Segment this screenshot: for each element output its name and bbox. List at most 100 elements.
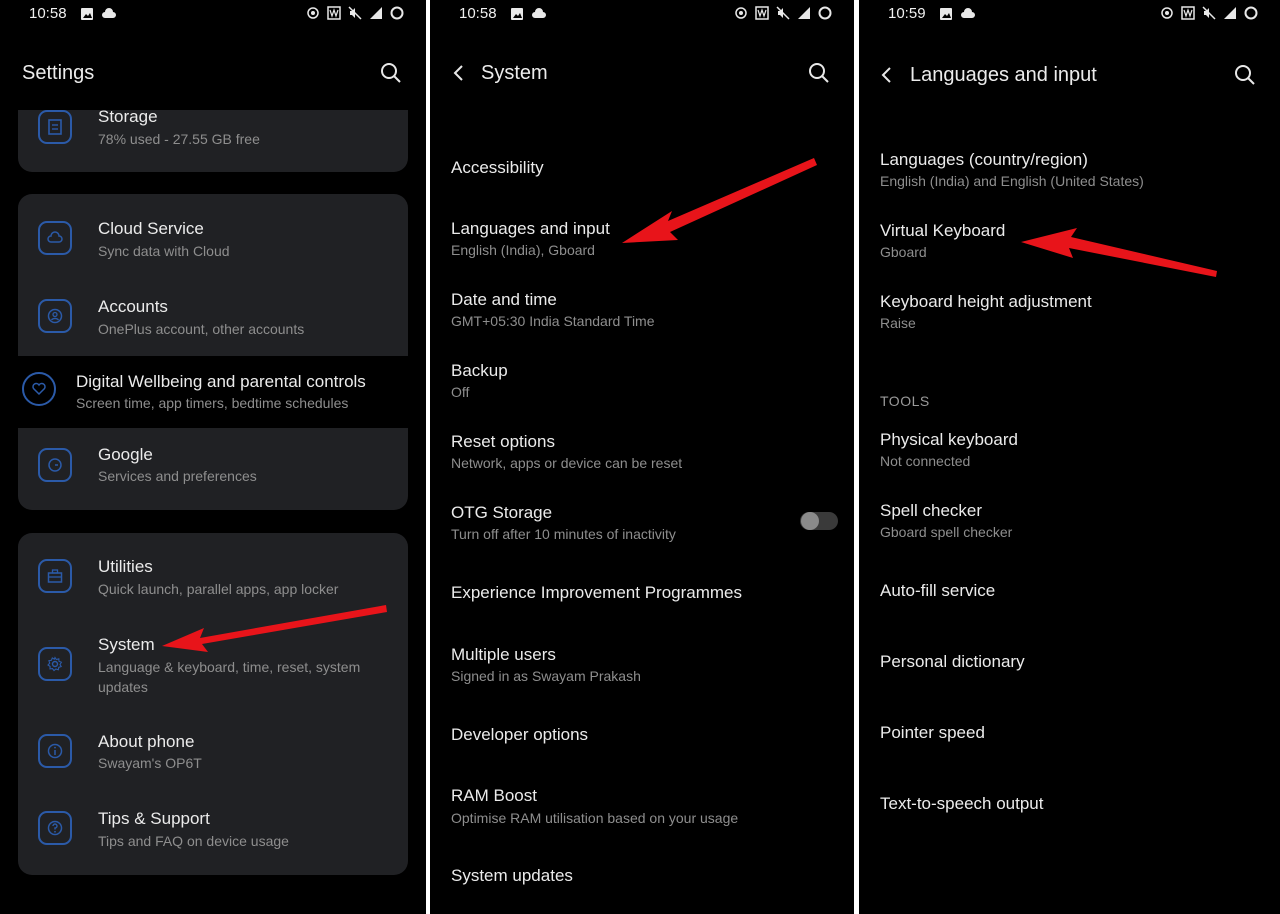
item-title: Date and time (451, 290, 557, 309)
back-arrow-icon[interactable] (450, 64, 468, 82)
hotspot-icon (307, 7, 319, 19)
account-icon (38, 299, 72, 333)
status-bar: 10:59 (859, 0, 1280, 28)
toolbox-icon (38, 559, 72, 593)
item-title: Pointer speed (880, 723, 985, 742)
battery-icon (1244, 6, 1258, 20)
otg-storage-toggle[interactable] (800, 512, 838, 530)
signal-icon (1224, 7, 1236, 19)
item-subtitle: Turn off after 10 minutes of inactivity (451, 526, 676, 542)
item-title: Developer options (451, 725, 589, 744)
item-subtitle: Raise (880, 315, 916, 331)
system-header: System (430, 28, 854, 110)
search-icon[interactable] (380, 62, 402, 84)
item-subtitle: Sync data with Cloud (98, 243, 230, 259)
image-notification-icon (940, 8, 952, 20)
page-title: Settings (22, 62, 95, 84)
item-subtitle: Quick launch, parallel apps, app locker (98, 581, 339, 597)
vowifi-icon (327, 6, 341, 20)
item-subtitle: Language & keyboard, time, reset, system (98, 659, 361, 675)
settings-screen: 10:58 Settings Storage 78% used - 27.55 … (0, 0, 426, 914)
mute-icon (348, 6, 362, 20)
signal-icon (370, 7, 382, 19)
cloud-notification-icon (961, 8, 975, 18)
item-title: About phone (98, 732, 195, 751)
settings-item-storage[interactable]: Storage 78% used - 27.55 GB free (18, 107, 408, 172)
status-time: 10:59 (888, 5, 926, 22)
search-icon[interactable] (808, 62, 830, 84)
section-header-tools: TOOLS (880, 393, 930, 409)
item-subtitle: OnePlus account, other accounts (98, 321, 305, 337)
item-title: Experience Improvement Programmes (451, 583, 743, 602)
item-subtitle: Gboard spell checker (880, 524, 1013, 540)
settings-group-system: Utilities Quick launch, parallel apps, a… (18, 533, 408, 875)
hotspot-icon (1161, 7, 1173, 19)
storage-icon (38, 110, 72, 144)
gear-icon (38, 647, 72, 681)
item-title: Tips & Support (98, 809, 210, 828)
system-screen: 10:58 System Accessibility Languages and… (430, 0, 854, 914)
hotspot-icon (735, 7, 747, 19)
item-title: Languages (country/region) (880, 150, 1088, 169)
settings-group-cloud-accounts: Cloud Service Sync data with Cloud Accou… (18, 194, 408, 356)
mute-icon (1202, 6, 1216, 20)
item-title: Accessibility (451, 158, 544, 177)
item-subtitle: English (India), Gboard (451, 242, 595, 258)
heart-icon (22, 372, 56, 406)
item-title: RAM Boost (451, 786, 537, 805)
image-notification-icon (511, 8, 523, 20)
item-subtitle: Services and preferences (98, 468, 257, 484)
item-subtitle: Not connected (880, 453, 971, 469)
item-subtitle: Swayam's OP6T (98, 755, 202, 771)
page-title: Languages and input (910, 64, 1097, 86)
languages-input-screen: 10:59 Languages and input Languages (cou… (859, 0, 1280, 914)
item-subtitle: Signed in as Swayam Prakash (451, 668, 641, 684)
item-subtitle: Network, apps or device can be reset (451, 455, 683, 471)
vowifi-icon (755, 6, 769, 20)
settings-item-google[interactable]: Google Services and preferences (18, 428, 408, 510)
signal-icon (798, 7, 810, 19)
item-title: Languages and input (451, 219, 610, 238)
item-title: Text-to-speech output (880, 794, 1044, 813)
toggle-knob (801, 512, 819, 530)
item-title: Storage (98, 107, 158, 126)
cloud-notification-icon (102, 8, 116, 18)
battery-icon (818, 6, 832, 20)
cloud-icon (38, 221, 72, 255)
item-title: Digital Wellbeing and parental controls (76, 372, 366, 391)
item-subtitle: Screen time, app timers, bedtime schedul… (76, 395, 349, 411)
item-subtitle: GMT+05:30 India Standard Time (451, 313, 655, 329)
item-title: Utilities (98, 557, 153, 576)
mute-icon (776, 6, 790, 20)
item-title: Google (98, 445, 153, 464)
help-icon (38, 811, 72, 845)
annotation-arrow (622, 158, 817, 243)
image-notification-icon (81, 8, 93, 20)
vowifi-icon (1181, 6, 1195, 20)
item-subtitle: English (India) and English (United Stat… (880, 173, 1144, 189)
item-subtitle: 78% used - 27.55 GB free (98, 131, 260, 147)
status-bar: 10:58 (430, 0, 854, 28)
back-arrow-icon[interactable] (878, 66, 896, 84)
item-title: System (98, 635, 155, 654)
item-title: Cloud Service (98, 219, 204, 238)
item-subtitle-continued: updates (98, 679, 148, 695)
item-title: Backup (451, 361, 508, 380)
cloud-notification-icon (532, 8, 546, 18)
item-title: Personal dictionary (880, 652, 1025, 671)
info-icon (38, 734, 72, 768)
item-title: Physical keyboard (880, 430, 1018, 449)
item-subtitle: Tips and FAQ on device usage (98, 833, 289, 849)
status-time: 10:58 (459, 5, 497, 22)
item-title: System updates (451, 866, 573, 885)
page-title: System (481, 62, 548, 84)
settings-item-digital-wellbeing[interactable]: Digital Wellbeing and parental controls … (18, 356, 408, 428)
item-title: Spell checker (880, 501, 983, 520)
item-title: Auto-fill service (880, 581, 996, 600)
languages-header: Languages and input (859, 28, 1280, 110)
search-icon[interactable] (1234, 64, 1256, 86)
item-subtitle: Off (451, 384, 470, 400)
item-subtitle: Gboard (880, 244, 927, 260)
item-subtitle: Optimise RAM utilisation based on your u… (451, 810, 739, 826)
google-icon (38, 448, 72, 482)
